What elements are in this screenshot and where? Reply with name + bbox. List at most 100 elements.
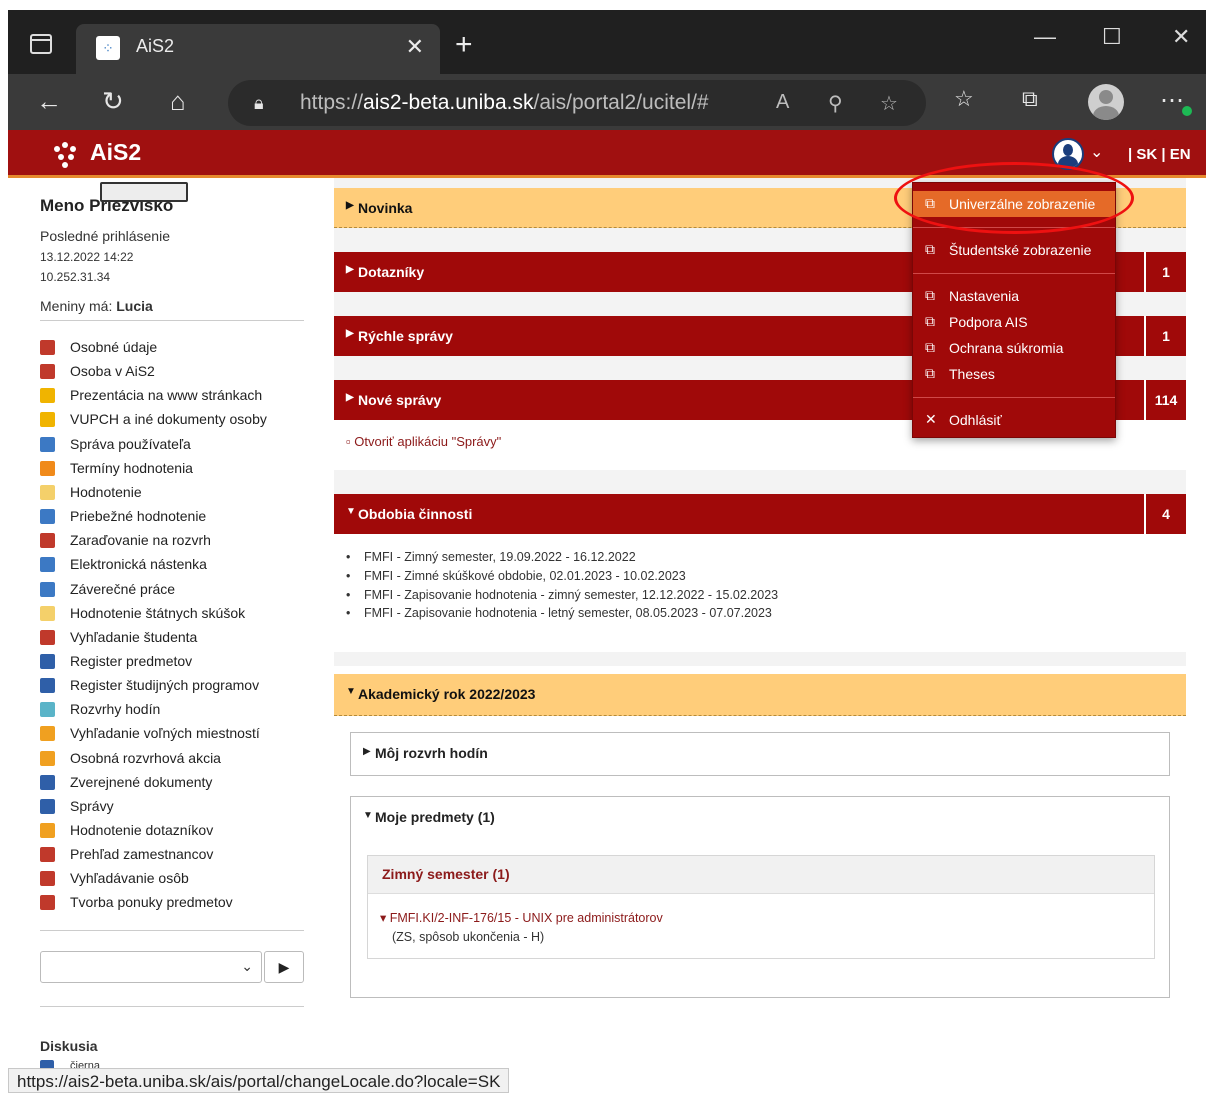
zoom-icon[interactable]: ⚲ [828,91,843,116]
read-aloud-icon[interactable]: A [776,91,789,114]
sidebar-menu-label: Register študijných programov [70,677,260,694]
obdobia-body: FMFI - Zimný semester, 19.09.2022 - 16.1… [334,534,1186,652]
window-close-icon[interactable]: ✕ [1172,24,1190,50]
maximize-icon[interactable]: ☐ [1102,24,1122,50]
highlight-annotation [894,162,1134,234]
sidebar-menu-item[interactable]: Hodnotenie [40,481,310,503]
sidebar-menu-item[interactable]: Elektronická nástenka [40,553,310,575]
menu-item-icon [40,412,55,428]
sidebar-menu-label: Hodnotenie štátnych skúšok [70,604,246,621]
menu-item-podpora[interactable]: ⧉ Podpora AIS [913,309,1115,335]
caret-down-icon: ▼ [346,686,356,697]
sidebar-menu-item[interactable]: Hodnotenie štátnych skúšok [40,602,310,624]
menu-item-icon [40,726,55,742]
go-button[interactable]: ▶ [264,951,304,983]
sidebar-menu-item[interactable]: Zaraďovanie na rozvrh [40,529,310,551]
divider [913,273,1115,274]
browser-navbar: ← ↻ ⌂ 🔒︎ https://ais2-beta.uniba.sk/ais/… [8,74,1206,130]
minimize-icon[interactable]: — [1034,24,1056,50]
sidebar-menu-item[interactable]: Osoba v AiS2 [40,360,310,382]
sidebar-menu-item[interactable]: Správy [40,795,310,817]
profile-avatar[interactable] [1088,84,1124,120]
back-icon[interactable]: ← [36,86,62,117]
browser-tab[interactable]: ⁘ AiS2 ✕ [76,24,440,74]
sidebar-menu-label: Záverečné práce [70,580,176,597]
add-favorite-icon[interactable]: ☆ [880,91,898,116]
sidebar-menu-item[interactable]: Priebežné hodnotenie [40,505,310,527]
panel-obdobia[interactable]: ▼ Obdobia činnosti 4 [334,494,1186,534]
menu-item-ochrana[interactable]: ⧉ Ochrana súkromia [913,335,1115,361]
zimny-semester-box: Zimný semester (1) ▾ FMFI.KI/2-INF-176/1… [367,855,1155,959]
sidebar-menu-item[interactable]: Prezentácia na www stránkach [40,384,310,406]
menu-item-icon [40,895,55,911]
sidebar-menu-label: VUPCH a iné dokumenty osoby [70,411,267,428]
list-item: FMFI - Zimný semester, 19.09.2022 - 16.1… [346,550,636,564]
open-spravy-link[interactable]: ▫ Otvoriť aplikáciu "Správy" [346,434,501,449]
collections-icon[interactable]: ⧉ [1022,86,1038,112]
menu-item-icon [40,702,55,718]
sidebar-menu-item[interactable]: Osobná rozvrhová akcia [40,747,310,769]
language-switch[interactable]: | SK | EN [1128,146,1191,163]
count-badge: 1 [1144,316,1186,356]
caret-right-icon: ▶ [346,200,354,211]
course-link[interactable]: ▾ FMFI.KI/2-INF-176/15 - UNIX pre admini… [380,910,663,925]
status-bar-url: https://ais2-beta.uniba.sk/ais/portal/ch… [8,1068,510,1093]
menu-item-odhlasit[interactable]: ✕ Odhlásiť [913,407,1115,433]
window-icon: ⧉ [925,241,935,257]
home-icon[interactable]: ⌂ [170,86,186,117]
sidebar-menu-item[interactable]: Register študijných programov [40,674,310,696]
menu-item-theses[interactable]: ⧉ Theses [913,361,1115,387]
moje-predmety-title[interactable]: Moje predmety (1) [375,809,495,825]
ais-logo-icon [54,142,84,170]
menu-item-nastavenia[interactable]: ⧉ Nastavenia [913,283,1115,309]
new-tab-icon[interactable]: + [455,28,473,62]
menu-item-studentske[interactable]: ⧉ Študentské zobrazenie [913,237,1115,263]
sidebar-menu-item[interactable]: Register predmetov [40,650,310,672]
sidebar-menu-item[interactable]: Vyhľadávanie osôb [40,867,310,889]
moje-predmety-box: ▼ Moje predmety (1) Zimný semester (1) ▾… [350,796,1170,998]
sidebar-menu-item[interactable]: Hodnotenie dotazníkov [40,819,310,841]
menu-item-icon [40,364,55,380]
sidebar-menu-item[interactable]: Tvorba ponuky predmetov [40,891,310,913]
sidebar-menu-item[interactable]: Záverečné práce [40,578,310,600]
sidebar-menu-item[interactable]: Vyhľadanie voľných miestností [40,722,310,744]
menu-item-icon [40,605,55,621]
last-login-date: 13.12.2022 14:22 [40,250,134,264]
sidebar-menu-label: Osobná rozvrhová akcia [70,749,221,766]
sidebar-menu-label: Tvorba ponuky predmetov [70,894,233,911]
tab-close-icon[interactable]: ✕ [406,34,424,60]
sidebar-menu-item[interactable]: Prehľad zamestnancov [40,843,310,865]
sidebar-menu-item[interactable]: Vyhľadanie študenta [40,626,310,648]
menu-item-icon [40,533,55,549]
menu-item-icon [40,460,55,476]
url-text[interactable]: https://ais2-beta.uniba.sk/ais/portal2/u… [300,91,709,115]
divider [40,320,304,321]
lock-icon[interactable]: 🔒︎ [254,93,264,114]
caret-right-icon: ▶ [363,746,371,757]
sidebar-menu-item[interactable]: Osobné údaje [40,336,310,358]
sidebar-menu-item[interactable]: Správa používateľa [40,433,310,455]
ais-logo[interactable]: AiS2 [90,139,141,166]
zimny-semester-header[interactable]: Zimný semester (1) [368,856,1154,894]
caret-down-icon[interactable]: ▼ [363,810,373,821]
window-icon: ⧉ [925,365,935,381]
last-login-ip: 10.252.31.34 [40,270,111,284]
sidebar-menu-item[interactable]: Zverejnené dokumenty [40,771,310,793]
app-select[interactable]: ⌄ [40,951,262,983]
menu-item-icon [40,823,55,838]
list-item: FMFI - Zimné skúškové obdobie, 02.01.202… [346,569,686,583]
address-bar[interactable]: 🔒︎ https://ais2-beta.uniba.sk/ais/portal… [228,80,926,126]
masked-field [100,182,188,202]
reload-icon[interactable]: ↻ [102,86,124,117]
chevron-down-icon[interactable]: ⌄ [1090,142,1103,162]
sidebar-menu-item[interactable]: VUPCH a iné dokumenty osoby [40,408,310,430]
sidebar-menu-item[interactable]: Rozvrhy hodín [40,698,310,720]
favorites-icon[interactable]: ☆ [954,86,974,112]
tab-title: AiS2 [136,36,175,56]
menu-item-icon [40,653,55,669]
sidebar-menu-item[interactable]: Termíny hodnotenia [40,457,310,479]
sidebar: Meno Priezvisko Posledné prihlásenie 13.… [8,178,318,1093]
tab-actions-icon[interactable] [30,34,52,54]
panel-akademicky-rok[interactable]: ▼ Akademický rok 2022/2023 [334,674,1186,716]
moj-rozvrh-box[interactable]: ▶ Môj rozvrh hodín [350,732,1170,776]
